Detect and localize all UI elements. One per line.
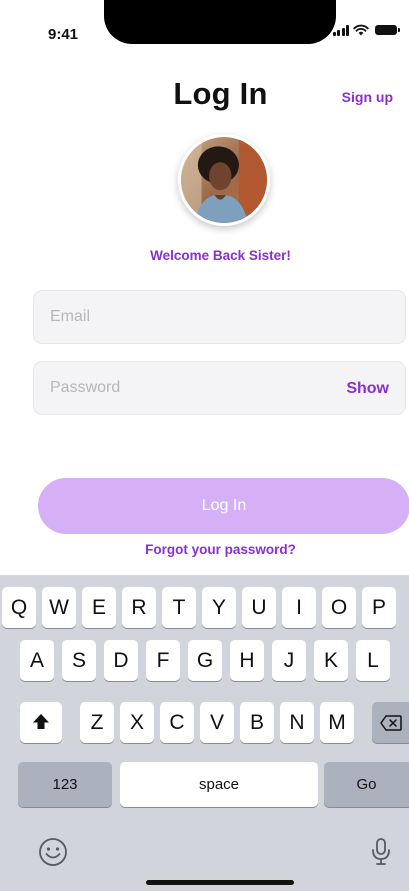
show-password-toggle[interactable]: Show <box>346 380 389 398</box>
key-d[interactable]: D <box>104 640 138 681</box>
key-x[interactable]: X <box>120 702 154 743</box>
go-key[interactable]: Go <box>324 762 409 807</box>
key-c[interactable]: C <box>160 702 194 743</box>
key-v[interactable]: V <box>200 702 234 743</box>
key-o[interactable]: O <box>322 587 356 628</box>
key-i[interactable]: I <box>282 587 316 628</box>
key-e[interactable]: E <box>82 587 116 628</box>
shift-icon <box>33 714 49 729</box>
key-q[interactable]: Q <box>2 587 36 628</box>
key-m[interactable]: M <box>320 702 354 743</box>
email-field[interactable] <box>34 291 405 343</box>
home-indicator <box>146 880 294 885</box>
sign-up-link[interactable]: Sign up <box>342 89 393 105</box>
status-icons <box>332 24 400 36</box>
key-t[interactable]: T <box>162 587 196 628</box>
key-w[interactable]: W <box>42 587 76 628</box>
wifi-icon <box>353 24 369 36</box>
key-a[interactable]: A <box>20 640 54 681</box>
key-b[interactable]: B <box>240 702 274 743</box>
forgot-password-link[interactable]: Forgot your password? <box>0 542 409 557</box>
backspace-key[interactable] <box>372 702 409 743</box>
numbers-key[interactable]: 123 <box>18 762 112 807</box>
key-f[interactable]: F <box>146 640 180 681</box>
microphone-icon[interactable] <box>370 837 392 867</box>
key-r[interactable]: R <box>122 587 156 628</box>
key-y[interactable]: Y <box>202 587 236 628</box>
device-notch <box>104 0 336 44</box>
battery-icon <box>375 25 400 35</box>
login-button[interactable]: Log In <box>38 478 409 534</box>
avatar <box>178 134 270 226</box>
key-u[interactable]: U <box>242 587 276 628</box>
signal-icon <box>332 24 349 36</box>
space-bar[interactable]: space <box>120 762 318 807</box>
key-s[interactable]: S <box>62 640 96 681</box>
key-z[interactable]: Z <box>80 702 114 743</box>
password-field-container: Show <box>33 361 406 415</box>
key-k[interactable]: K <box>314 640 348 681</box>
shift-key[interactable] <box>20 702 62 743</box>
key-l[interactable]: L <box>356 640 390 681</box>
email-field-container <box>33 290 406 344</box>
backspace-icon <box>379 715 402 731</box>
emoji-icon[interactable] <box>38 837 68 867</box>
key-j[interactable]: J <box>272 640 306 681</box>
status-time: 9:41 <box>48 26 79 43</box>
key-n[interactable]: N <box>280 702 314 743</box>
key-g[interactable]: G <box>188 640 222 681</box>
key-p[interactable]: P <box>362 587 396 628</box>
key-h[interactable]: H <box>230 640 264 681</box>
keyboard: Q W E R T Y U I O P A S D F G H J K L Z … <box>0 575 409 891</box>
welcome-message: Welcome Back Sister! <box>150 248 291 263</box>
